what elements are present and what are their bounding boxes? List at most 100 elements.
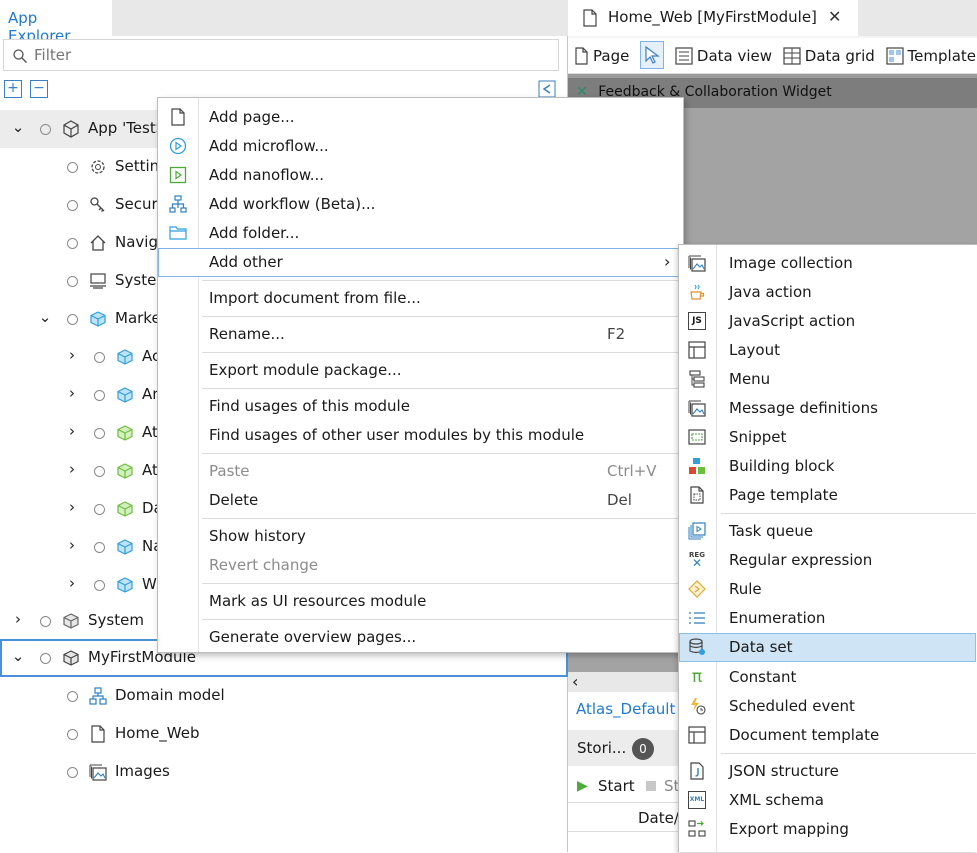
menu-item-find-usages-module[interactable]: Find usages of this module <box>158 392 683 421</box>
submenu-item-export-mapping[interactable]: Export mapping <box>679 815 976 844</box>
image-collection-icon <box>688 255 706 272</box>
filter-input[interactable] <box>34 43 534 67</box>
expand-all-button[interactable]: + <box>4 80 22 98</box>
submenu-label: Scheduled event <box>729 697 855 715</box>
horizontal-scrollbar[interactable]: ‹ <box>568 672 678 694</box>
microflow-icon <box>169 137 187 155</box>
menu-item-revert-change[interactable]: Revert change <box>158 551 683 580</box>
menu-item-mark-ui-resources[interactable]: Mark as UI resources module <box>158 587 683 616</box>
module-box-icon <box>117 539 133 555</box>
close-icon[interactable]: ✕ <box>828 7 841 26</box>
chevron-right-icon[interactable]: › <box>64 460 80 478</box>
module-box-green-icon <box>117 463 133 479</box>
play-icon[interactable]: ▶ <box>577 778 588 794</box>
tree-label: System <box>88 611 144 629</box>
status-dot <box>94 504 105 515</box>
menu-item-find-usages-other-modules[interactable]: Find usages of other user modules by thi… <box>158 421 683 450</box>
chevron-right-icon[interactable]: › <box>64 574 80 592</box>
chevron-right-icon[interactable]: › <box>64 346 80 364</box>
scheduled-event-icon <box>691 698 706 715</box>
menu-item-add-workflow[interactable]: Add workflow (Beta)... <box>158 190 683 219</box>
stop-icon[interactable] <box>646 781 656 791</box>
submenu-item-task-queue[interactable]: Task queue <box>679 517 976 546</box>
template-grid-button[interactable]: Template g <box>885 38 977 73</box>
menu-label: Delete <box>209 491 259 509</box>
data-grid-button[interactable]: Data grid <box>783 38 875 73</box>
status-dot <box>94 352 105 363</box>
submenu-item-json-structure[interactable]: JSON structure <box>679 757 976 786</box>
submenu-item-javascript-action[interactable]: JS JavaScript action <box>679 307 976 336</box>
menu-item-add-microflow[interactable]: Add microflow... <box>158 132 683 161</box>
menu-tree-icon <box>689 370 705 388</box>
menu-item-add-page[interactable]: Add page... <box>158 103 683 132</box>
submenu-item-regular-expression[interactable]: REG ✕ Regular expression <box>679 546 976 575</box>
pointer-tool-button[interactable] <box>640 41 665 69</box>
submenu-item-document-template[interactable]: Document template <box>679 721 976 750</box>
enumeration-icon <box>689 612 705 624</box>
chevron-down-icon[interactable]: ⌄ <box>10 647 26 665</box>
menu-item-add-other[interactable]: Add other › <box>158 248 683 277</box>
data-grid-label: Data grid <box>804 47 875 65</box>
page-button[interactable]: Page <box>574 38 629 73</box>
data-view-button[interactable]: Data view <box>675 38 772 73</box>
submenu-item-constant[interactable]: π Constant <box>679 663 976 692</box>
submenu-item-scheduled-event[interactable]: Scheduled event <box>679 692 976 721</box>
menu-item-add-nanoflow[interactable]: Add nanoflow... <box>158 161 683 190</box>
building-block-icon <box>689 458 705 474</box>
submenu-item-snippet[interactable]: Snippet <box>679 423 976 452</box>
tree-node-domain-model[interactable]: Domain model <box>0 677 568 715</box>
submenu-item-enumeration[interactable]: Enumeration <box>679 604 976 633</box>
menu-item-paste[interactable]: Paste Ctrl+V <box>158 457 683 486</box>
status-dot <box>40 124 51 135</box>
start-button[interactable]: Start <box>598 777 635 795</box>
chevron-down-icon[interactable]: ⌄ <box>37 308 53 326</box>
submenu-item-message-definitions[interactable]: Message definitions <box>679 394 976 423</box>
menu-item-show-history[interactable]: Show history <box>158 522 683 551</box>
link-editor-icon[interactable] <box>538 80 556 98</box>
menu-item-add-folder[interactable]: Add folder... <box>158 219 683 248</box>
chevron-down-icon[interactable]: ⌄ <box>10 118 26 136</box>
submenu-item-data-set[interactable]: Data set <box>679 633 976 662</box>
menu-separator <box>202 453 680 454</box>
submenu-item-rule[interactable]: Rule <box>679 575 976 604</box>
submenu-label: Rule <box>729 580 762 598</box>
submenu-item-image-collection[interactable]: Image collection <box>679 249 976 278</box>
javascript-icon: JS <box>688 312 706 330</box>
collapse-all-button[interactable]: − <box>30 80 48 98</box>
submenu-label: Message definitions <box>729 399 878 417</box>
submenu-item-menu[interactable]: Menu <box>679 365 976 394</box>
tree-label: At <box>142 461 158 479</box>
menu-label: Paste <box>209 462 250 480</box>
submenu-item-java-action[interactable]: Java action <box>679 278 976 307</box>
page-icon <box>575 47 588 65</box>
date-column-header[interactable]: Date/ <box>638 809 679 827</box>
stories-tab[interactable]: Stori... 0 <box>568 730 678 766</box>
tree-node-home-web[interactable]: Home_Web <box>0 715 568 753</box>
chevron-right-icon[interactable]: › <box>64 536 80 554</box>
scroll-left-icon[interactable]: ‹ <box>572 672 578 691</box>
chevron-right-icon[interactable]: › <box>64 384 80 402</box>
chevron-right-icon[interactable]: › <box>64 498 80 516</box>
cursor-icon <box>645 45 660 64</box>
stories-label: Stori... <box>577 739 627 757</box>
tree-label: Ar <box>142 385 159 403</box>
menu-item-delete[interactable]: Delete Del <box>158 486 683 515</box>
submenu-label: Regular expression <box>729 551 873 569</box>
menu-item-rename[interactable]: Rename... F2 <box>158 320 683 349</box>
tab-label: Home_Web [MyFirstModule] <box>608 8 817 26</box>
status-dot <box>40 653 51 664</box>
tab-app-explorer[interactable]: App Explorer <box>0 0 112 45</box>
submenu-item-xml-schema[interactable]: XML XML schema <box>679 786 976 815</box>
menu-item-import-document[interactable]: Import document from file... <box>158 284 683 313</box>
submenu-item-building-block[interactable]: Building block <box>679 452 976 481</box>
submenu-item-page-template[interactable]: Page template <box>679 481 976 510</box>
chevron-right-icon[interactable]: › <box>64 422 80 440</box>
menu-item-export-module-package[interactable]: Export module package... <box>158 356 683 385</box>
chevron-right-icon[interactable]: › <box>10 610 26 628</box>
submenu-item-layout[interactable]: Layout <box>679 336 976 365</box>
tree-node-images[interactable]: Images <box>0 753 568 791</box>
tab-home-web[interactable]: Home_Web [MyFirstModule] ✕ <box>568 0 858 36</box>
module-box-icon <box>90 311 106 327</box>
menu-item-generate-overview-pages[interactable]: Generate overview pages... <box>158 623 683 652</box>
layout-link[interactable]: Atlas_Default <box>576 700 675 718</box>
